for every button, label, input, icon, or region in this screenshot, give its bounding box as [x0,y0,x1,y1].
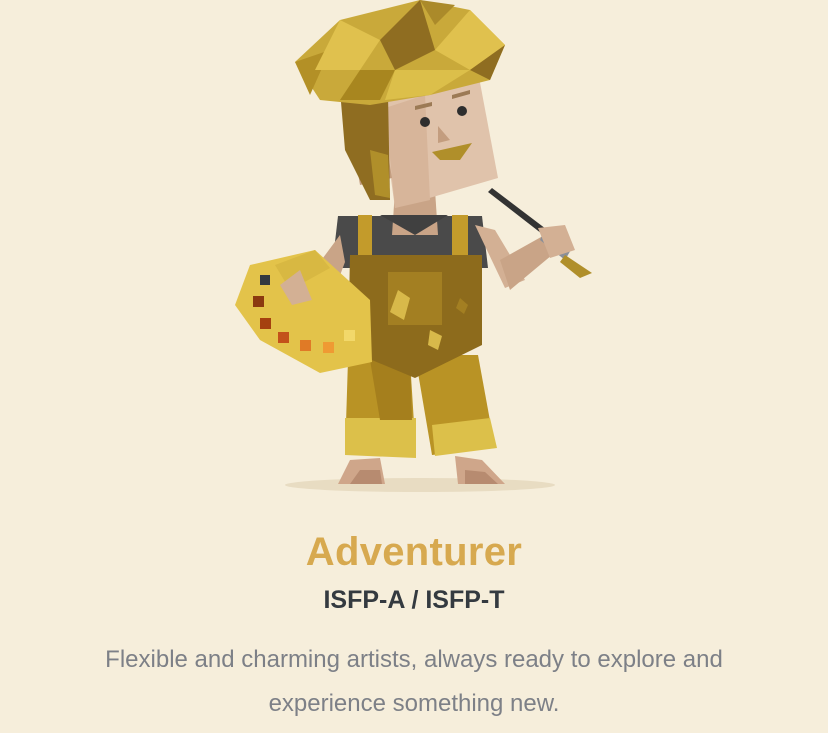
personality-name: Adventurer [305,530,523,574]
personality-code: ISFP-A / ISFP-T [323,586,505,614]
personality-description: Flexible and charming artists, always re… [105,646,723,717]
personality-card: Adventurer ISFP-A / ISFP-T Flexible and … [0,0,828,733]
adventurer-artist-illustration [220,0,610,500]
